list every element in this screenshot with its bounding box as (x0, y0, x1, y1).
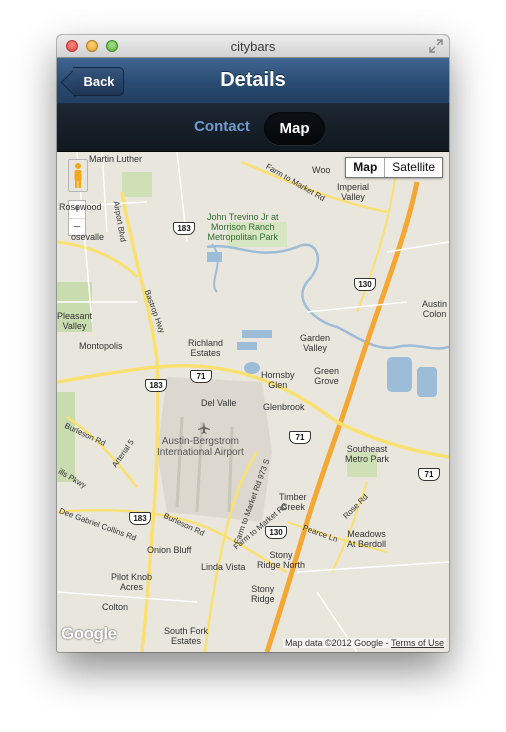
title-bar: citybars (57, 35, 449, 58)
map-attribution: Map data ©2012 Google - Terms of Use (282, 638, 446, 648)
navigation-bar: Back Details (57, 58, 449, 104)
tab-map[interactable]: Map (264, 112, 325, 145)
map-type-control: Map Satellite (345, 157, 443, 178)
highway-shield: 183 (129, 512, 151, 525)
place-label: Garden Valley (300, 333, 331, 353)
place-label: Onion Bluff (147, 545, 192, 555)
airport-label: Austin-Bergstrom International Airport (157, 436, 244, 458)
map-type-satellite-button[interactable]: Satellite (385, 158, 442, 177)
map-view[interactable]: Map Satellite + − Woo Martin Luther Farm… (57, 152, 449, 652)
page-title: Details (220, 69, 286, 91)
place-label: osevalle (71, 232, 105, 242)
app-window: citybars Back Details Contact Map Map Sa… (57, 35, 449, 652)
tab-contact[interactable]: Contact (187, 118, 257, 135)
airport-icon (198, 422, 210, 434)
pegman-icon (74, 163, 82, 188)
place-label: Green Grove (314, 366, 340, 386)
map-type-map-button[interactable]: Map (346, 158, 386, 177)
fullscreen-icon[interactable] (429, 39, 443, 53)
place-label: Linda Vista (201, 562, 246, 572)
window-title: citybars (230, 39, 276, 54)
highway-shield: 183 (173, 222, 195, 235)
street-view-pegman[interactable] (68, 159, 88, 192)
place-label: Del Valle (201, 398, 237, 408)
place-label: Montopolis (79, 341, 123, 351)
place-label: Glenbrook (263, 402, 305, 412)
place-label: Woo (312, 165, 331, 175)
place-label: Pleasant Valley (57, 311, 93, 331)
terms-of-use-link[interactable]: Terms of Use (391, 638, 444, 648)
highway-shield: 183 (145, 379, 167, 392)
place-label: Stony Ridge (251, 584, 275, 604)
place-label: Pilot Knob Acres (111, 572, 153, 592)
highway-shield: 130 (265, 526, 287, 539)
place-label: Austin Colon (422, 299, 448, 319)
place-label: Richland Estates (188, 338, 224, 358)
highway-shield: 71 (190, 370, 212, 383)
place-label: Meadows At Berdoll (347, 529, 387, 549)
highway-shield: 71 (289, 431, 311, 444)
highway-shield: 130 (354, 278, 376, 291)
place-label: South Fork Estates (164, 626, 209, 646)
place-label: Imperial Valley (337, 182, 370, 202)
segmented-control: Contact Map (57, 104, 449, 152)
google-logo: Google (61, 624, 117, 643)
place-label: Rosewood (59, 202, 102, 212)
highway-shield: 71 (418, 468, 440, 481)
attribution-text: Map data ©2012 Google - (284, 638, 389, 648)
place-label: Hornsby Glen (261, 370, 295, 390)
road-label: Martin Luther (89, 154, 143, 164)
place-label: Colton (102, 602, 129, 612)
park-label: Southeast Metro Park (345, 444, 390, 464)
park-label: John Trevino Jr at Morrison Ranch Metrop… (207, 212, 279, 242)
place-label: Stony Ridge North (257, 550, 306, 570)
